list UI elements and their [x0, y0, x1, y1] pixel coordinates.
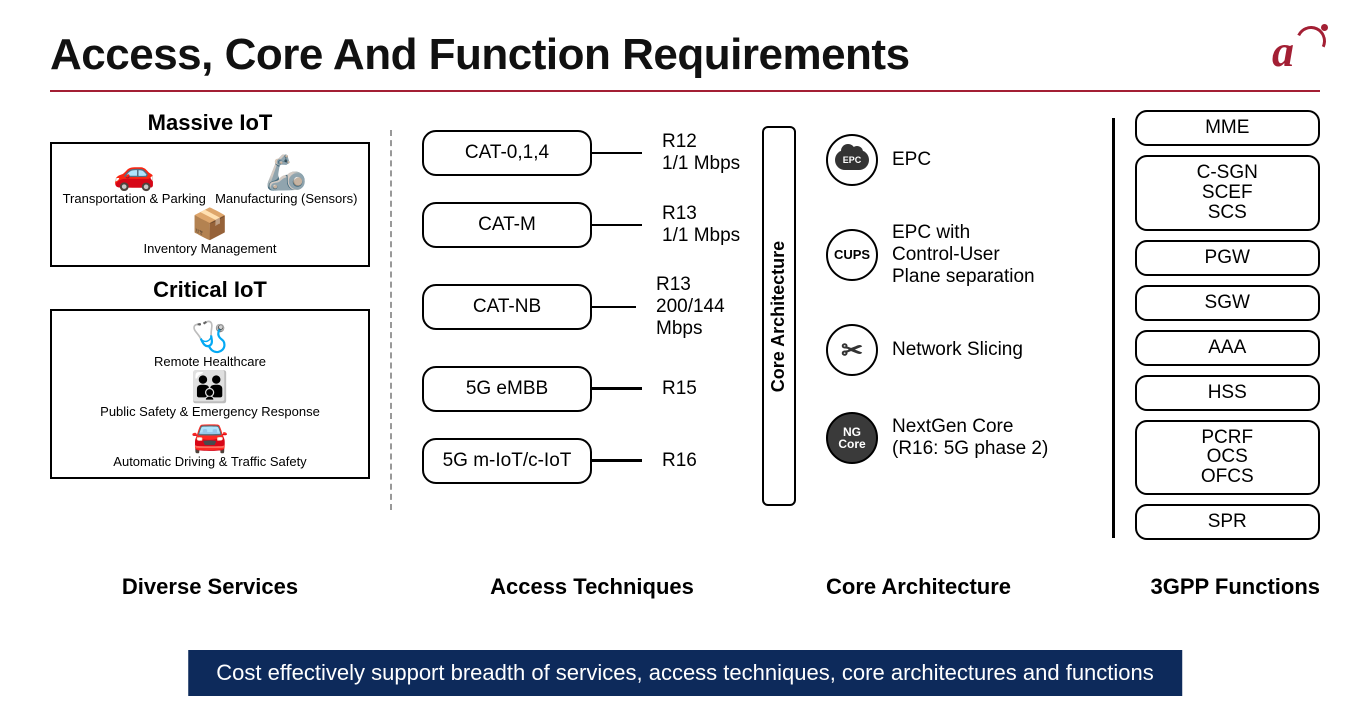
columns: Massive IoT 🚗 Transportation & Parking 🦾…	[50, 110, 1320, 600]
func-list: MME C-SGN SCEF SCS PGW SGW AAA HSS PCRF …	[1135, 110, 1321, 540]
dashed-divider	[390, 130, 392, 510]
connector-line	[592, 224, 642, 227]
iot-item: 🩺 Remote Healthcare	[154, 323, 266, 369]
iot-item-label: Transportation & Parking	[63, 192, 206, 206]
func-chip: SPR	[1135, 504, 1321, 540]
iot-item: 🚘 Automatic Driving & Traffic Safety	[62, 423, 358, 469]
core-label: Network Slicing	[892, 339, 1023, 361]
iot-item-label: Inventory Management	[144, 242, 277, 256]
access-row: CAT-0,1,4 R12 1/1 Mbps	[422, 130, 762, 176]
access-row: CAT-NB R13 200/144 Mbps	[422, 274, 762, 340]
epc-cloud-icon: EPC	[826, 134, 878, 186]
col-label-diverse: Diverse Services	[50, 564, 370, 600]
car-parking-icon: 🚗	[113, 156, 155, 190]
func-chip: PCRF OCS OFCS	[1135, 420, 1321, 496]
access-chip: 5G eMBB	[422, 366, 592, 412]
inventory-icon: 📦	[191, 210, 228, 240]
footer-banner: Cost effectively support breadth of serv…	[188, 650, 1182, 696]
iot-item: 🚗 Transportation & Parking	[63, 156, 206, 206]
col-label-functions: 3GPP Functions	[1135, 564, 1321, 600]
func-chip: MME	[1135, 110, 1321, 146]
col-3gpp-functions: MME C-SGN SCEF SCS PGW SGW AAA HSS PCRF …	[1112, 110, 1320, 600]
critical-iot-title: Critical IoT	[50, 277, 370, 303]
brand-logo-letter: a	[1272, 27, 1294, 76]
col-label-core: Core Architecture	[826, 564, 1112, 600]
slide: Access, Core And Function Requirements a…	[0, 0, 1370, 720]
core-arch-bar-label: Core Architecture	[769, 240, 790, 391]
func-divider	[1112, 118, 1115, 538]
col-diverse-services: Massive IoT 🚗 Transportation & Parking 🦾…	[50, 110, 370, 600]
iot-item-label: Manufacturing (Sensors)	[215, 192, 357, 206]
connector-line	[592, 387, 642, 390]
core-row: CUPS EPC with Control-User Plane separat…	[826, 222, 1112, 288]
massive-iot-box: 🚗 Transportation & Parking 🦾 Manufacturi…	[50, 142, 370, 267]
func-chip: PGW	[1135, 240, 1321, 276]
core-label: NextGen Core (R16: 5G phase 2)	[892, 416, 1048, 460]
ngcore-circle-icon: NG Core	[826, 412, 878, 464]
brand-logo: a	[1272, 30, 1320, 78]
core-arch-bar: Core Architecture	[762, 126, 796, 506]
col-core-architecture: Core Architecture EPC EPC CUPS EPC with …	[762, 110, 1112, 600]
col-label-access: Access Techniques	[422, 564, 762, 600]
access-chip: 5G m-IoT/c-IoT	[422, 438, 592, 484]
page-title: Access, Core And Function Requirements	[50, 30, 910, 80]
scissors-icon: ✂	[826, 324, 878, 376]
access-list: CAT-0,1,4 R12 1/1 Mbps CAT-M R13 1/1 Mbp…	[422, 130, 762, 484]
massive-iot-title: Massive IoT	[50, 110, 370, 136]
access-chip: CAT-0,1,4	[422, 130, 592, 176]
iot-item: 📦 Inventory Management	[144, 210, 277, 256]
critical-iot-box: 🩺 Remote Healthcare 👪 Public Safety & Em…	[50, 309, 370, 480]
access-spec: R13 200/144 Mbps	[656, 274, 762, 340]
core-row: ✂ Network Slicing	[826, 324, 1112, 376]
core-list: EPC EPC CUPS EPC with Control-User Plane…	[826, 134, 1112, 464]
access-chip: CAT-M	[422, 202, 592, 248]
access-row: 5G m-IoT/c-IoT R16	[422, 438, 762, 484]
stethoscope-icon: 🩺	[191, 323, 228, 353]
access-spec: R15	[662, 378, 697, 400]
core-label: EPC with Control-User Plane separation	[892, 222, 1035, 288]
connector-line	[592, 306, 636, 309]
iot-item-label: Remote Healthcare	[154, 355, 266, 369]
func-chip: HSS	[1135, 375, 1321, 411]
access-chip: CAT-NB	[422, 284, 592, 330]
func-chip: SGW	[1135, 285, 1321, 321]
access-spec: R13 1/1 Mbps	[662, 203, 740, 247]
iot-item-label: Automatic Driving & Traffic Safety	[113, 455, 306, 469]
people-icon: 👪	[191, 373, 228, 403]
cups-circle-icon: CUPS	[826, 229, 878, 281]
iot-item: 🦾 Manufacturing (Sensors)	[215, 156, 357, 206]
access-spec: R16	[662, 450, 697, 472]
robot-arm-icon: 🦾	[265, 156, 307, 190]
autonomous-car-icon: 🚘	[191, 423, 228, 453]
iot-item-label: Public Safety & Emergency Response	[100, 405, 320, 419]
access-spec: R12 1/1 Mbps	[662, 131, 740, 175]
func-chip: AAA	[1135, 330, 1321, 366]
connector-line	[592, 152, 642, 155]
core-row: NG Core NextGen Core (R16: 5G phase 2)	[826, 412, 1112, 464]
core-label: EPC	[892, 149, 931, 171]
access-row: CAT-M R13 1/1 Mbps	[422, 202, 762, 248]
func-chip: C-SGN SCEF SCS	[1135, 155, 1321, 231]
connector-line	[592, 459, 642, 462]
access-row: 5G eMBB R15	[422, 366, 762, 412]
iot-item: 👪 Public Safety & Emergency Response	[100, 373, 320, 419]
title-row: Access, Core And Function Requirements a	[50, 30, 1320, 80]
core-row: EPC EPC	[826, 134, 1112, 186]
col-access-techniques: CAT-0,1,4 R12 1/1 Mbps CAT-M R13 1/1 Mbp…	[422, 110, 762, 600]
title-rule	[50, 90, 1320, 92]
